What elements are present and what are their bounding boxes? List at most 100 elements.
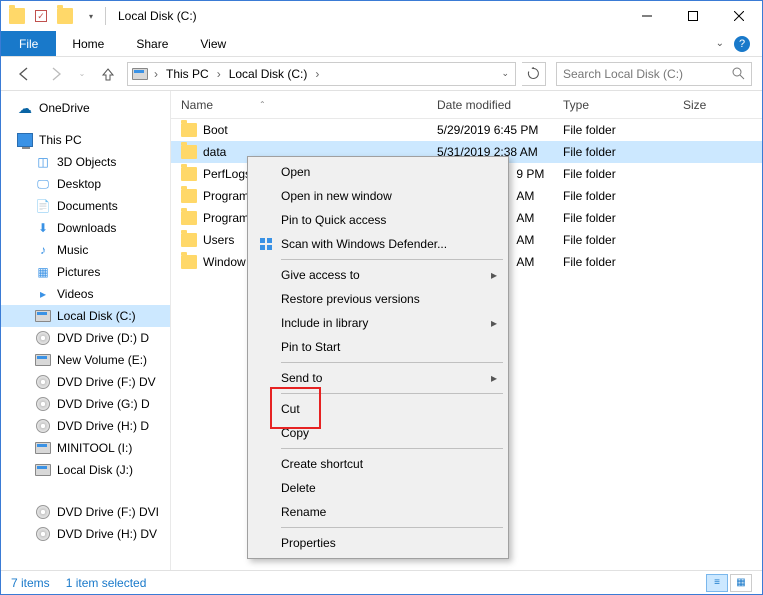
menu-label: Open in new window [281,189,392,203]
maximize-button[interactable] [670,1,716,31]
context-menu-item[interactable]: Scan with Windows Defender... [251,232,505,256]
file-type: File folder [553,145,673,159]
recent-dropdown-icon[interactable]: ⌄ [75,61,89,87]
cloud-icon: ☁ [17,100,33,116]
context-menu-item[interactable]: Pin to Quick access [251,208,505,232]
menu-label: Send to [281,371,322,385]
nav-item[interactable]: 🖵Desktop [1,173,170,195]
details-view-button[interactable]: ≡ [706,574,728,592]
crumb-c[interactable]: Local Disk (C:) [227,67,310,81]
col-type[interactable]: Type [553,98,673,112]
context-menu-item[interactable]: Include in library▸ [251,311,505,335]
context-menu-item[interactable]: Restore previous versions [251,287,505,311]
file-name: Program [203,189,249,203]
breadcrumb[interactable]: › This PC › Local Disk (C:) › ⌄ [127,62,516,86]
nav-item[interactable]: DVD Drive (F:) DVI [1,501,170,523]
nav-item[interactable]: ◫3D Objects [1,151,170,173]
nav-item[interactable]: ⬇Downloads [1,217,170,239]
col-name[interactable]: Name⌃ [171,98,427,112]
nav-thispc[interactable]: This PC [1,129,170,151]
folder-icon [181,211,197,225]
folder-icon [57,8,73,24]
table-row[interactable]: Boot5/29/2019 6:45 PMFile folder [171,119,762,141]
context-menu-item[interactable]: Open [251,160,505,184]
menu-label: Cut [281,402,300,416]
nav-item[interactable]: New Volume (E:) [1,349,170,371]
search-icon [732,67,745,80]
folder-icon [181,167,197,181]
search-placeholder: Search Local Disk (C:) [563,67,683,81]
nav-item[interactable]: ▸Videos [1,283,170,305]
context-menu-item[interactable]: Open in new window [251,184,505,208]
nav-item[interactable]: DVD Drive (H:) D [1,415,170,437]
chevron-right-icon[interactable]: › [150,67,162,81]
nav-item[interactable]: Local Disk (C:) [1,305,170,327]
context-menu: Open Open in new window Pin to Quick acces… [247,156,509,559]
nav-item[interactable]: MINITOOL (I:) [1,437,170,459]
nav-item[interactable]: DVD Drive (H:) DV [1,523,170,545]
file-tab[interactable]: File [1,31,56,56]
search-input[interactable]: Search Local Disk (C:) [556,62,752,86]
refresh-button[interactable] [522,62,546,86]
context-menu-item[interactable]: Properties [251,531,505,555]
close-button[interactable] [716,1,762,31]
nav-item-label: New Volume (E:) [57,353,147,367]
docs-icon: 📄 [35,198,51,214]
nav-item-label: DVD Drive (H:) D [57,419,149,433]
context-menu-item[interactable]: Rename [251,500,505,524]
context-menu-item[interactable]: Delete [251,476,505,500]
menu-label: Give access to [281,268,360,282]
menu-label: Create shortcut [281,457,363,471]
forward-button[interactable] [43,61,69,87]
up-button[interactable] [95,61,121,87]
context-menu-item[interactable]: Copy [251,421,505,445]
nav-item[interactable]: Local Disk (J:) [1,459,170,481]
nav-item[interactable]: DVD Drive (F:) DV [1,371,170,393]
col-size[interactable]: Size [673,98,743,112]
address-dropdown-icon[interactable]: ⌄ [495,68,515,79]
menu-label: Pin to Quick access [281,213,386,227]
file-type: File folder [553,123,673,137]
context-menu-item[interactable]: Create shortcut [251,452,505,476]
nav-item[interactable]: 📄Documents [1,195,170,217]
drive-icon [35,352,51,368]
qat-dropdown-icon[interactable]: ▾ [83,8,99,24]
menu-label: Restore previous versions [281,292,420,306]
file-name: PerfLogs [203,167,251,181]
pics-icon: ▦ [35,264,51,280]
file-name: Users [203,233,234,247]
menu-separator [281,362,503,363]
minimize-button[interactable] [624,1,670,31]
status-bar: 7 items 1 item selected ≡ ▦ [1,570,762,594]
col-date[interactable]: Date modified [427,98,553,112]
navigation-pane: ☁ OneDrive This PC ◫3D Objects🖵Desktop📄D… [1,91,171,570]
file-type: File folder [553,233,673,247]
icons-view-button[interactable]: ▦ [730,574,752,592]
nav-onedrive[interactable]: ☁ OneDrive [1,97,170,119]
context-menu-item[interactable]: Send to▸ [251,366,505,390]
context-menu-item[interactable]: Cut [251,397,505,421]
tab-view[interactable]: View [184,31,242,56]
file-name: Boot [203,123,228,137]
nav-item[interactable]: ♪Music [1,239,170,261]
nav-item-label: Downloads [57,221,116,235]
ribbon-expand-icon[interactable]: ⌄ [716,38,724,49]
nav-item[interactable]: DVD Drive (G:) D [1,393,170,415]
chevron-right-icon[interactable]: › [213,67,225,81]
nav-item-label: Local Disk (J:) [57,463,133,477]
help-icon[interactable]: ? [734,36,750,52]
nav-item-label: DVD Drive (H:) DV [57,527,157,541]
tab-home[interactable]: Home [56,31,120,56]
context-menu-item[interactable]: Give access to▸ [251,263,505,287]
context-menu-item[interactable]: Pin to Start [251,335,505,359]
chevron-right-icon[interactable]: › [311,67,323,81]
separator [105,7,106,25]
nav-item[interactable]: DVD Drive (D:) D [1,327,170,349]
qat-properties-icon[interactable]: ✓ [35,10,47,22]
crumb-thispc[interactable]: This PC [164,67,211,81]
title-bar: ✓ ▾ Local Disk (C:) [1,1,762,31]
file-type: File folder [553,167,673,181]
tab-share[interactable]: Share [120,31,184,56]
back-button[interactable] [11,61,37,87]
nav-item[interactable]: ▦Pictures [1,261,170,283]
